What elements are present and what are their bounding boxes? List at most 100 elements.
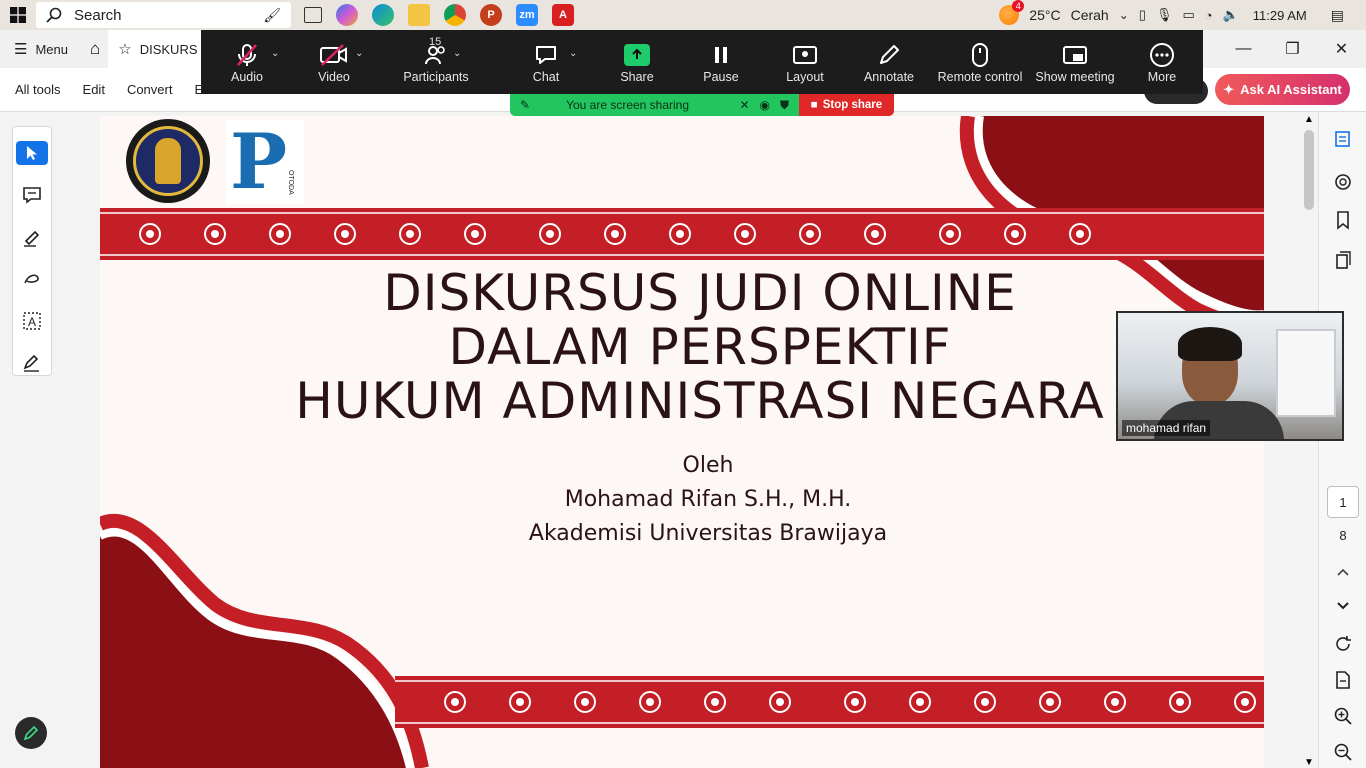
participants-button[interactable]: 15 Participants ⌄ xyxy=(375,30,497,94)
edit-tab[interactable]: Edit xyxy=(83,82,105,97)
total-pages: 8 xyxy=(1339,528,1347,543)
layout-button[interactable]: Layout xyxy=(763,30,847,94)
otoda-logo-letter: P xyxy=(230,117,288,206)
video-caret-icon[interactable]: ⌄ xyxy=(355,48,363,59)
ask-ai-assistant-button[interactable]: ✦ Ask AI Assistant xyxy=(1215,74,1350,105)
participant-video-tile[interactable]: mohamad rifan xyxy=(1116,311,1344,441)
scroll-up-icon[interactable]: ▲ xyxy=(1304,114,1314,125)
folder-icon[interactable] xyxy=(408,4,430,26)
select-tool-icon[interactable] xyxy=(16,141,48,165)
top-batik-band xyxy=(100,208,1264,260)
universitas-brawijaya-logo xyxy=(126,119,210,203)
next-page-icon[interactable] xyxy=(1331,594,1355,618)
maximize-icon[interactable]: ❐ xyxy=(1268,30,1317,68)
audio-caret-icon[interactable]: ⌄ xyxy=(271,48,279,59)
slide-title: DISKURSUS JUDI ONLINE DALAM PERSPEKTIF H… xyxy=(100,266,1264,428)
microphone-icon[interactable]: 🎙 xyxy=(1156,7,1173,23)
share-screen-button[interactable]: Share xyxy=(595,30,679,94)
screen-sharing-banner: ✎ You are screen sharing ✕ ◉ ⛊ ■ Stop sh… xyxy=(510,94,894,116)
system-tray: 4 25°C Cerah ⌄ ▯ 🎙 ▭ ◔ 🔈 11:29 AM ▤ xyxy=(999,0,1366,30)
convert-tab[interactable]: Convert xyxy=(127,82,173,97)
minimize-icon[interactable]: — xyxy=(1219,30,1268,68)
powerpoint-icon[interactable]: P xyxy=(480,4,502,26)
video-off-icon xyxy=(319,40,349,70)
subtitle-affiliation: Akademisi Universitas Brawijaya xyxy=(528,521,888,546)
document-tab[interactable]: ☆ DISKURS xyxy=(108,30,208,68)
fill-sign-icon[interactable] xyxy=(16,351,48,375)
zoom-icon[interactable]: zm xyxy=(516,4,538,26)
video-room-window xyxy=(1276,329,1336,417)
vertical-scrollbar[interactable]: ▲ ▼ xyxy=(1300,114,1318,768)
more-icon xyxy=(1149,40,1175,70)
sharing-status[interactable]: ✎ You are screen sharing ✕ ◉ ⛊ xyxy=(510,94,799,116)
zoom-out-icon[interactable] xyxy=(1331,740,1355,764)
shield-icon[interactable]: ⛊ xyxy=(780,98,789,113)
home-icon[interactable]: ⌂ xyxy=(90,39,100,59)
participants-caret-icon[interactable]: ⌄ xyxy=(453,48,461,59)
clock[interactable]: 11:29 AM xyxy=(1253,8,1307,23)
notification-icon[interactable]: ▤ xyxy=(1331,7,1344,24)
layout-icon xyxy=(792,40,818,70)
scroll-down-icon[interactable]: ▼ xyxy=(1304,757,1314,768)
edge-icon[interactable] xyxy=(372,4,394,26)
taskbar-search-input[interactable]: Search 🖌 xyxy=(36,2,291,28)
stop-share-button[interactable]: ■ Stop share xyxy=(799,94,894,116)
chat-label: Chat xyxy=(532,70,560,84)
meeting-icon[interactable]: ▯ xyxy=(1139,7,1146,23)
menu-button[interactable]: ☰ Menu xyxy=(0,40,82,58)
more-button[interactable]: More xyxy=(1121,30,1203,94)
current-page-number: 1 xyxy=(1339,494,1347,510)
chat-button[interactable]: Chat ⌄ xyxy=(497,30,595,94)
mic-muted-small-icon[interactable]: ✕ xyxy=(739,98,749,112)
ai-summary-icon[interactable] xyxy=(1331,126,1355,150)
edit-pen-button[interactable] xyxy=(15,717,47,749)
page-thumbnails-icon[interactable] xyxy=(1331,248,1355,272)
copilot-icon[interactable] xyxy=(336,4,358,26)
participant-count: 15 xyxy=(429,36,442,48)
chat-caret-icon[interactable]: ⌄ xyxy=(569,48,577,59)
volume-icon[interactable]: 🔈 xyxy=(1223,7,1239,23)
star-icon[interactable]: ☆ xyxy=(118,40,131,58)
otoda-logo-text: OTODA xyxy=(287,169,295,195)
chrome-icon[interactable] xyxy=(444,4,466,26)
document-icon[interactable] xyxy=(1331,668,1355,692)
windows-taskbar: Search 🖌 P zm A 4 25°C Cerah ⌄ ▯ 🎙 ▭ ◔ 🔈… xyxy=(0,0,1366,30)
bookmarks-icon[interactable] xyxy=(1331,208,1355,232)
video-button[interactable]: Video ⌄ xyxy=(293,30,375,94)
remote-control-button[interactable]: Remote control xyxy=(931,30,1029,94)
show-meeting-button[interactable]: Show meeting xyxy=(1029,30,1121,94)
zoom-in-icon[interactable] xyxy=(1331,704,1355,728)
search-icon xyxy=(46,7,62,23)
current-page-input[interactable]: 1 xyxy=(1327,486,1359,518)
record-icon[interactable]: ◉ xyxy=(760,98,770,112)
weather-icon[interactable]: 4 xyxy=(999,0,1025,25)
subtitle-author: Mohamad Rifan S.H., M.H. xyxy=(564,487,852,512)
text-box-icon[interactable]: A xyxy=(16,309,48,333)
slide-subtitle: Oleh Mohamad Rifan S.H., M.H. Akademisi … xyxy=(100,449,1264,551)
ai-assistant-label: Ask AI Assistant xyxy=(1240,82,1342,97)
window-controls: — ❐ ✕ xyxy=(1219,30,1366,68)
audio-button[interactable]: Audio ⌄ xyxy=(201,30,293,94)
scroll-thumb[interactable] xyxy=(1304,130,1314,210)
close-icon[interactable]: ✕ xyxy=(1317,30,1366,68)
wifi-icon[interactable]: ◔ xyxy=(1205,8,1213,23)
battery-icon[interactable]: ▭ xyxy=(1182,7,1194,23)
pause-icon xyxy=(712,40,730,70)
chevron-up-icon[interactable]: ⌄ xyxy=(1119,8,1129,22)
draw-icon[interactable] xyxy=(16,267,48,291)
previous-page-icon[interactable] xyxy=(1331,560,1355,584)
annotate-button[interactable]: Annotate xyxy=(847,30,931,94)
comments-panel-icon[interactable] xyxy=(1331,170,1355,194)
comment-icon[interactable] xyxy=(16,183,48,207)
task-view-icon[interactable] xyxy=(304,7,322,23)
pause-share-button[interactable]: Pause xyxy=(679,30,763,94)
highlight-icon[interactable] xyxy=(16,225,48,249)
all-tools-tab[interactable]: All tools xyxy=(15,82,61,97)
refresh-icon[interactable] xyxy=(1331,632,1355,656)
pdf-slide-page: P OTODA DISKURSUS JUDI ONLINE DALAM PERS… xyxy=(100,116,1264,768)
hamburger-icon: ☰ xyxy=(14,41,28,58)
windows-start-icon[interactable] xyxy=(0,0,36,30)
menu-label: Menu xyxy=(35,41,68,57)
more-label: More xyxy=(1147,70,1177,84)
acrobat-icon[interactable]: A xyxy=(552,4,574,26)
